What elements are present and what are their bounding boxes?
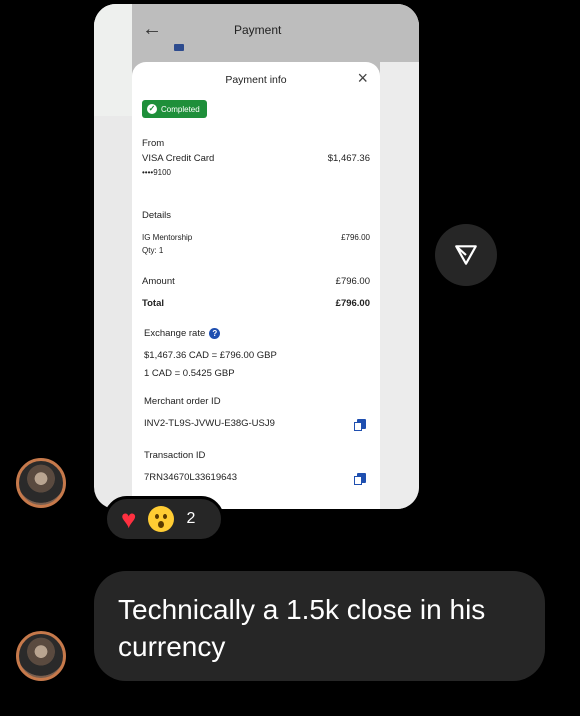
card-amount: $1,467.36 bbox=[327, 153, 370, 164]
message-text: Technically a 1.5k close in his currency bbox=[118, 594, 486, 662]
merchant-order-label: Merchant order ID bbox=[144, 396, 221, 407]
amount-label: Amount bbox=[142, 276, 175, 287]
close-icon: × bbox=[357, 68, 368, 88]
check-icon: ✓ bbox=[147, 104, 157, 114]
amount-value: £796.00 bbox=[335, 276, 370, 287]
card-name: VISA Credit Card bbox=[142, 153, 215, 164]
merchant-order-id: INV2-TL9S-JVWU-E38G-USJ9 bbox=[144, 418, 275, 429]
back-arrow-icon: ← bbox=[142, 18, 162, 40]
send-icon bbox=[455, 245, 477, 265]
status-badge: ✓ Completed bbox=[142, 100, 207, 118]
reactions-pill[interactable]: ♥ 2 bbox=[104, 496, 224, 542]
exchange-line-2: 1 CAD = 0.5425 GBP bbox=[144, 368, 235, 379]
from-label: From bbox=[142, 138, 165, 149]
message-bubble[interactable]: Technically a 1.5k close in his currency bbox=[94, 571, 545, 681]
wow-emoji-icon bbox=[148, 506, 175, 532]
sheet-title: Payment info bbox=[225, 74, 287, 86]
item-name: IG Mentorship bbox=[142, 233, 193, 242]
reaction-count: 2 bbox=[186, 510, 196, 527]
transaction-id: 7RN34670L33619643 bbox=[144, 472, 237, 483]
transaction-label: Transaction ID bbox=[144, 450, 206, 461]
card-icon bbox=[174, 44, 184, 51]
details-label: Details bbox=[142, 210, 172, 221]
copy-icon[interactable] bbox=[354, 473, 366, 485]
payment-title: Payment bbox=[234, 23, 282, 37]
total-value: £796.00 bbox=[335, 298, 370, 309]
total-label: Total bbox=[142, 298, 164, 309]
exchange-line-1: $1,467.36 CAD = £796.00 GBP bbox=[144, 350, 277, 361]
question-icon[interactable]: ? bbox=[209, 328, 221, 339]
avatar[interactable] bbox=[16, 631, 66, 681]
avatar[interactable] bbox=[16, 458, 66, 508]
item-qty: Qty: 1 bbox=[142, 246, 164, 255]
heart-icon: ♥ bbox=[121, 504, 137, 534]
card-number: ••••9100 bbox=[142, 168, 171, 177]
payment-info-sheet: Payment info × ✓ Completed From VISA Cre… bbox=[132, 62, 380, 509]
copy-icon[interactable] bbox=[354, 419, 366, 431]
exchange-rate-label: Exchange rate? bbox=[144, 328, 221, 339]
item-amount: £796.00 bbox=[341, 233, 370, 242]
share-button[interactable] bbox=[435, 224, 497, 286]
shared-screenshot[interactable]: ← Payment Payment info × ✓ Completed Fro… bbox=[94, 4, 419, 509]
